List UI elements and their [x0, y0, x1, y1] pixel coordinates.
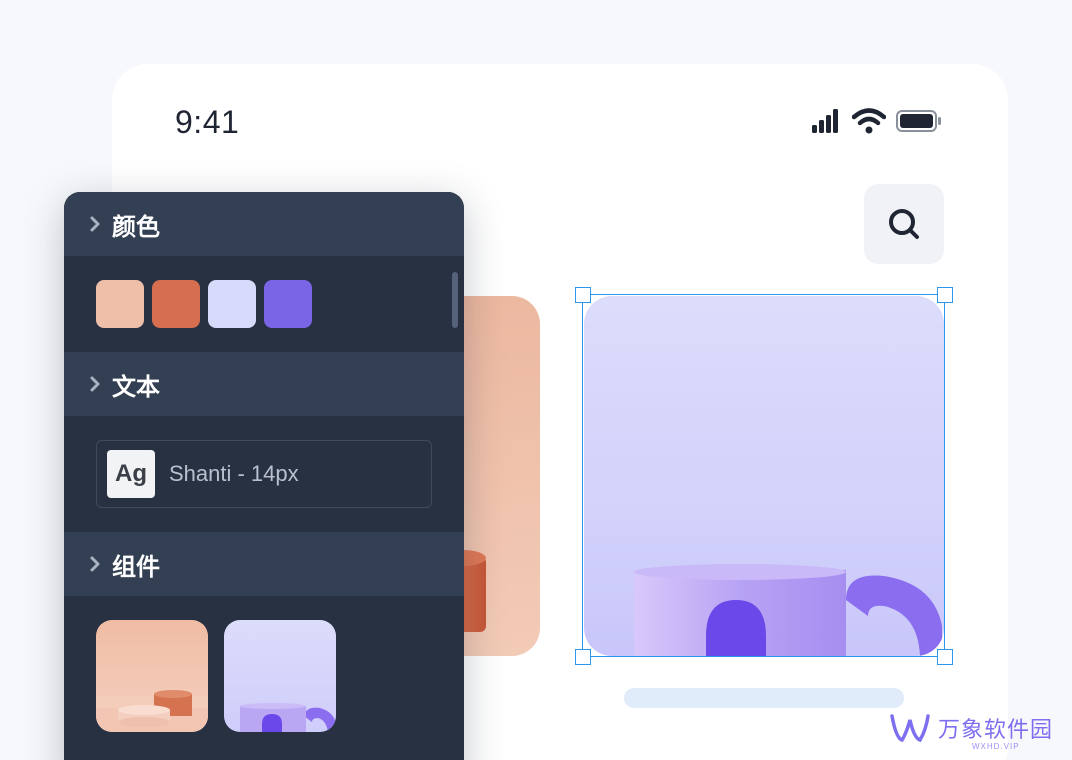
battery-icon: [896, 110, 941, 132]
font-label: Shanti - 14px: [169, 461, 299, 486]
resize-handle-top-right[interactable]: [937, 287, 953, 303]
search-icon: [889, 209, 919, 239]
watermark-subtext: WXHD.VIP: [972, 742, 1020, 751]
signal-icon: [812, 109, 838, 133]
watermark-text: 万象软件园: [938, 717, 1054, 742]
color-swatch[interactable]: [152, 280, 200, 328]
resize-handle-bottom-right[interactable]: [937, 649, 953, 665]
font-preview: Ag: [107, 450, 155, 498]
section-header-components[interactable]: 组件: [64, 532, 464, 596]
chevron-right-icon: [64, 375, 112, 393]
section-title: 颜色: [112, 213, 160, 241]
status-icons: [810, 108, 942, 134]
panel-scrollbar[interactable]: [452, 272, 458, 328]
thumbnail-image: [96, 690, 208, 732]
color-swatch[interactable]: [208, 280, 256, 328]
watermark-logo-icon: [890, 714, 930, 743]
resize-handle-bottom-left[interactable]: [575, 649, 591, 665]
resize-handle-top-left[interactable]: [575, 287, 591, 303]
component-thumbnail-mug[interactable]: [224, 620, 336, 732]
section-title: 文本: [112, 373, 160, 401]
caption-placeholder: [624, 688, 904, 708]
chevron-right-icon: [64, 555, 112, 573]
section-header-colors[interactable]: 颜色: [64, 192, 464, 256]
color-swatch[interactable]: [264, 280, 312, 328]
component-thumbnail-peach[interactable]: [96, 620, 208, 732]
selection-box[interactable]: [582, 294, 945, 657]
color-swatch[interactable]: [96, 280, 144, 328]
font-style-item[interactable]: Ag Shanti - 14px: [96, 440, 432, 508]
wifi-icon: [852, 108, 886, 134]
search-button[interactable]: [864, 184, 944, 264]
section-title: 组件: [112, 553, 160, 581]
status-time: 9:41: [175, 104, 240, 140]
thumbnail-image: [240, 703, 336, 732]
watermark: 万象软件园 WXHD.VIP: [888, 712, 1054, 751]
side-panel: 颜色 文本 Ag Shanti - 14px 组件: [64, 192, 464, 760]
section-header-text[interactable]: 文本: [64, 352, 464, 416]
chevron-right-icon: [64, 215, 112, 233]
